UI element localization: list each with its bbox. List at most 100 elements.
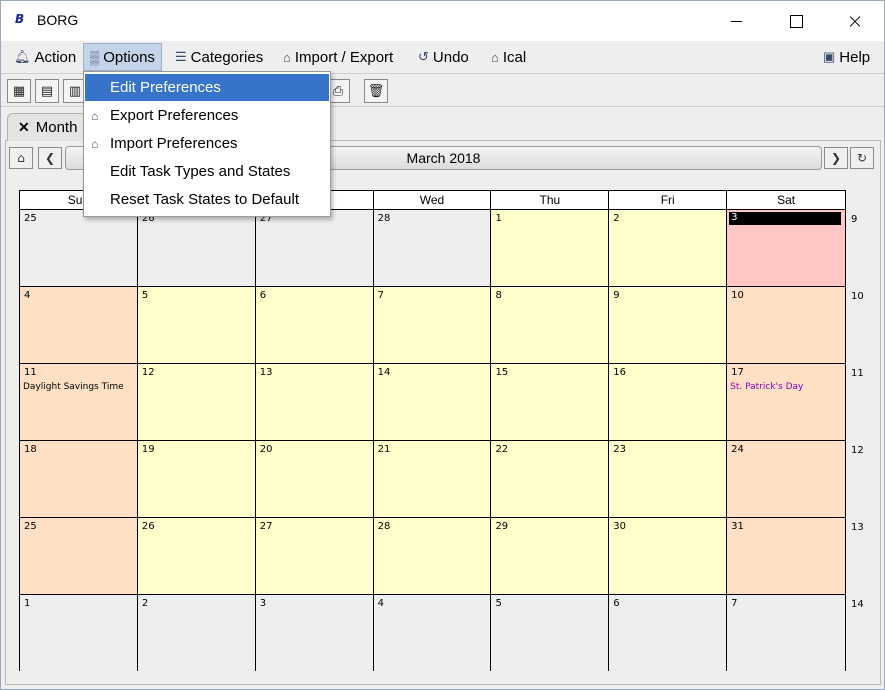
calendar-day-cell[interactable]: 7 (727, 595, 846, 671)
calendar-day-cell[interactable]: 1 (491, 210, 610, 286)
calendar-day-cell[interactable]: 27 (255, 210, 374, 286)
app-window: B BORG 🔔︎ Action ▒ Options ☰ Categories … (0, 0, 885, 690)
weekday-label: Thu (491, 191, 610, 209)
import-icon: ⌂ (283, 49, 291, 65)
calendar-day-cell[interactable]: 5 (137, 287, 256, 363)
calendar-day-cell[interactable]: 24 (727, 441, 846, 517)
weekday-label: Wed (373, 191, 492, 209)
calendar-day-cell[interactable]: 3 (255, 595, 374, 671)
calendar-day-cell[interactable]: 4 (20, 287, 138, 363)
calendar-day-cell[interactable]: 12 (137, 364, 256, 440)
trash-icon[interactable]: 🗑︎ (364, 79, 388, 103)
day-number: 26 (141, 521, 155, 532)
calendar-day-cell[interactable]: 6 (255, 287, 374, 363)
week-number[interactable]: 14 (851, 599, 864, 610)
week-view-icon[interactable]: ▤ (35, 79, 59, 103)
calendar-day-cell[interactable]: 17 St. Patrick's Day (727, 364, 846, 440)
day-number: 1 (24, 598, 31, 609)
week-number[interactable]: 11 (851, 368, 864, 379)
menu-item-label: Import Preferences (110, 135, 238, 152)
week-number[interactable]: 10 (851, 291, 864, 302)
calendar-day-cell[interactable]: 30 (609, 518, 728, 594)
calendar-day-cell[interactable]: 8 (491, 287, 610, 363)
menu-item-edit-task-types[interactable]: Edit Task Types and States (85, 158, 329, 185)
calendar-day-cell[interactable]: 20 (255, 441, 374, 517)
calendar-day-cell[interactable]: 10 (727, 287, 846, 363)
calendar-day-cell[interactable]: 23 (609, 441, 728, 517)
menu-label: Undo (432, 48, 469, 66)
calendar-day-cell[interactable]: 27 (255, 518, 374, 594)
help-icon: ▣ (823, 49, 836, 64)
calendar-day-cell[interactable]: 1 (20, 595, 138, 671)
calendar-day-cell[interactable]: 2 (609, 210, 728, 286)
goto-date-button[interactable]: ↻ (850, 147, 874, 169)
calendar-week-row: 1 2 3 4 5 6 7 (20, 595, 846, 671)
day-number: 28 (377, 213, 391, 224)
menu-ical[interactable]: ⌂ Ical (485, 43, 532, 71)
calendar-day-cell[interactable]: 4 (373, 595, 492, 671)
calendar-day-cell[interactable]: 19 (137, 441, 256, 517)
day-number: 1 (495, 213, 502, 224)
close-window-button[interactable] (826, 1, 884, 41)
prev-month-button[interactable]: ❮ (38, 147, 62, 169)
calendar-day-cell[interactable]: 22 (491, 441, 610, 517)
calendar-week-row: 4 5 6 7 8 9 10 (20, 287, 846, 364)
menu-label: Options (103, 48, 155, 66)
calendar-day-cell[interactable]: 28 (373, 210, 492, 286)
menu-import-export[interactable]: ⌂ Import / Export (277, 43, 399, 71)
week-number[interactable]: 13 (851, 522, 864, 533)
menu-item-export-preferences[interactable]: ⌂ Export Preferences (85, 102, 329, 129)
calendar-event[interactable]: Daylight Savings Time (23, 382, 124, 392)
calendar-day-today[interactable]: 3 (727, 210, 846, 286)
calendar-day-cell[interactable]: 31 (727, 518, 846, 594)
tab-month[interactable]: ✕ Month (7, 113, 87, 141)
menu-item-reset-task-states[interactable]: Reset Task States to Default (85, 186, 329, 213)
day-number: 14 (377, 367, 391, 378)
calendar-day-cell[interactable]: 13 (255, 364, 374, 440)
calendar-day-cell[interactable]: 11 Daylight Savings Time (20, 364, 138, 440)
chevron-left-icon: ❮ (44, 151, 56, 165)
calendar-day-cell[interactable]: 25 (20, 210, 138, 286)
day-number: 15 (495, 367, 509, 378)
calendar-day-cell[interactable]: 16 (609, 364, 728, 440)
calendar-day-cell[interactable]: 21 (373, 441, 492, 517)
calendar-day-cell[interactable]: 6 (609, 595, 728, 671)
home-button[interactable]: ⌂ (9, 147, 33, 169)
menu-item-import-preferences[interactable]: ⌂ Import Preferences (85, 130, 329, 157)
calendar-day-cell[interactable]: 2 (137, 595, 256, 671)
close-tab-icon[interactable]: ✕ (18, 119, 30, 136)
maximize-button[interactable] (767, 1, 825, 41)
calendar-day-cell[interactable]: 18 (20, 441, 138, 517)
undo-icon: ↺ (418, 49, 429, 64)
calendar-day-cell[interactable]: 14 (373, 364, 492, 440)
menu-action[interactable]: 🔔︎ Action (8, 43, 82, 71)
month-calendar: SunMonTueWedThuFriSat 252627281234567891… (19, 190, 846, 671)
minimize-button[interactable] (707, 1, 765, 41)
calendar-day-cell[interactable]: 25 (20, 518, 138, 594)
day-number: 5 (495, 598, 502, 609)
menu-categories[interactable]: ☰ Categories (169, 43, 269, 71)
month-view-icon[interactable]: ▦ (7, 79, 31, 103)
menu-undo[interactable]: ↺ Undo (412, 43, 475, 71)
calendar-week-row: 11 Daylight Savings Time 12 13 14 15 16 17 St. P… (20, 364, 846, 441)
day-number: 10 (731, 290, 744, 301)
menu-options[interactable]: ▒ Options (83, 43, 162, 71)
day-number: 13 (259, 367, 273, 378)
day-number: 25 (24, 521, 37, 532)
menu-item-edit-preferences[interactable]: Edit Preferences (85, 74, 329, 101)
calendar-day-cell[interactable]: 26 (137, 210, 256, 286)
next-month-button[interactable]: ❯ (824, 147, 848, 169)
calendar-event[interactable]: St. Patrick's Day (730, 382, 803, 392)
calendar-day-cell[interactable]: 26 (137, 518, 256, 594)
day-number: 31 (731, 521, 744, 532)
calendar-day-cell[interactable]: 15 (491, 364, 610, 440)
menu-help[interactable]: ▣ Help (817, 43, 876, 71)
week-number[interactable]: 12 (851, 445, 864, 456)
calendar-day-cell[interactable]: 5 (491, 595, 610, 671)
week-number[interactable]: 9 (851, 214, 857, 225)
calendar-day-cell[interactable]: 28 (373, 518, 492, 594)
calendar-day-cell[interactable]: 29 (491, 518, 610, 594)
tab-label: Month (35, 119, 78, 136)
calendar-day-cell[interactable]: 7 (373, 287, 492, 363)
calendar-day-cell[interactable]: 9 (609, 287, 728, 363)
